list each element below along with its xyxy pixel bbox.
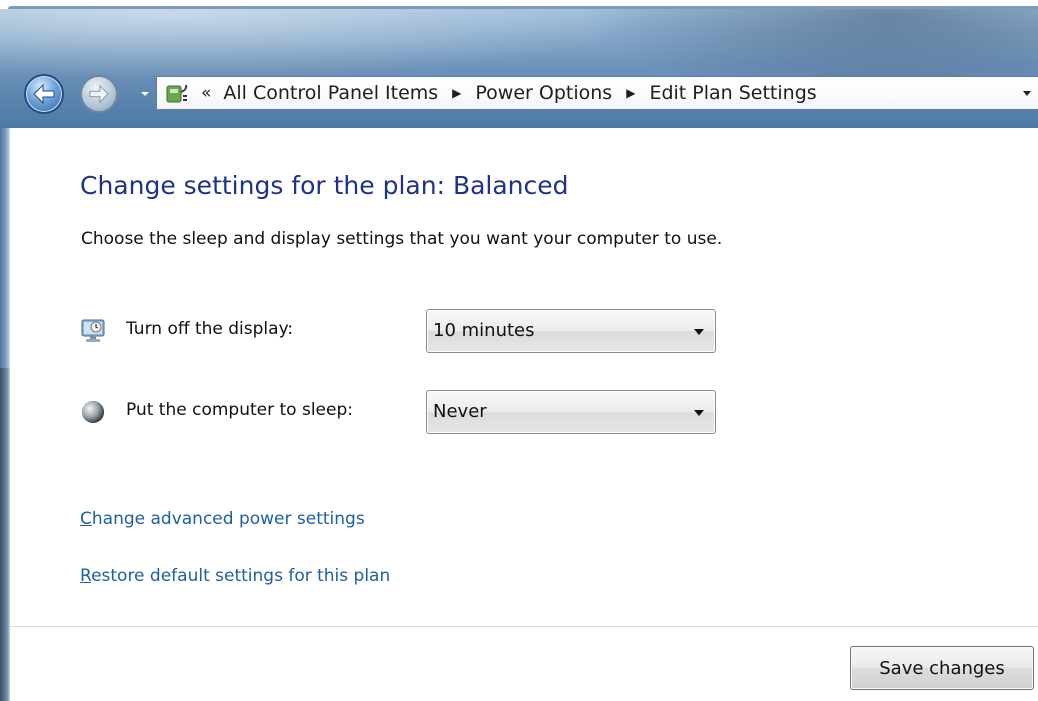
sleep-setting-label: Put the computer to sleep:	[126, 400, 353, 420]
page-title: Change settings for the plan: Balanced	[80, 171, 569, 200]
access-key: C	[80, 509, 92, 529]
change-advanced-settings-link[interactable]: Change advanced power settings	[80, 509, 365, 529]
link-text: estore default settings for this plan	[91, 566, 391, 586]
window-left-frame	[0, 128, 10, 701]
sleep-timeout-select[interactable]: Never	[426, 390, 716, 434]
sleep-setting-row: Put the computer to sleep: Never	[79, 390, 729, 434]
back-button[interactable]	[24, 74, 64, 114]
link-text: hange advanced power settings	[91, 509, 365, 529]
address-bar[interactable]: « All Control Panel Items ▶ Power Option…	[156, 76, 1038, 110]
display-setting-row: Turn off the display: 10 minutes	[79, 309, 729, 353]
breadcrumb-overflow-button[interactable]: «	[201, 83, 211, 103]
chevron-down-icon	[694, 410, 704, 416]
sleep-moon-icon	[82, 401, 104, 423]
breadcrumb: « All Control Panel Items ▶ Power Option…	[201, 77, 817, 109]
address-dropdown-icon[interactable]	[1022, 90, 1032, 98]
restore-defaults-link[interactable]: Restore default settings for this plan	[80, 566, 390, 586]
page-description: Choose the sleep and display settings th…	[81, 229, 723, 249]
forward-button[interactable]	[80, 75, 118, 113]
breadcrumb-item-edit-plan[interactable]: Edit Plan Settings	[649, 82, 816, 104]
sleep-timeout-value: Never	[433, 401, 487, 422]
display-icon	[81, 319, 105, 342]
forward-arrow-icon	[89, 84, 109, 104]
display-timeout-select[interactable]: 10 minutes	[426, 309, 716, 353]
back-arrow-icon	[33, 83, 55, 105]
breadcrumb-arrow-icon[interactable]: ▶	[626, 86, 635, 100]
power-options-icon	[166, 84, 188, 103]
breadcrumb-arrow-icon[interactable]: ▶	[452, 86, 461, 100]
access-key: R	[80, 566, 92, 586]
breadcrumb-item-control-panel[interactable]: All Control Panel Items	[223, 82, 438, 104]
breadcrumb-item-power-options[interactable]: Power Options	[475, 82, 612, 104]
window-top-edge	[0, 0, 1038, 9]
save-changes-button[interactable]: Save changes	[850, 646, 1034, 690]
footer-separator	[10, 626, 1038, 627]
display-setting-label: Turn off the display:	[126, 319, 294, 339]
chevron-down-icon	[694, 329, 704, 335]
recent-pages-button[interactable]	[138, 84, 152, 104]
aero-glass-sheen	[0, 0, 660, 80]
chevron-down-icon	[141, 92, 149, 96]
display-timeout-value: 10 minutes	[433, 320, 535, 341]
